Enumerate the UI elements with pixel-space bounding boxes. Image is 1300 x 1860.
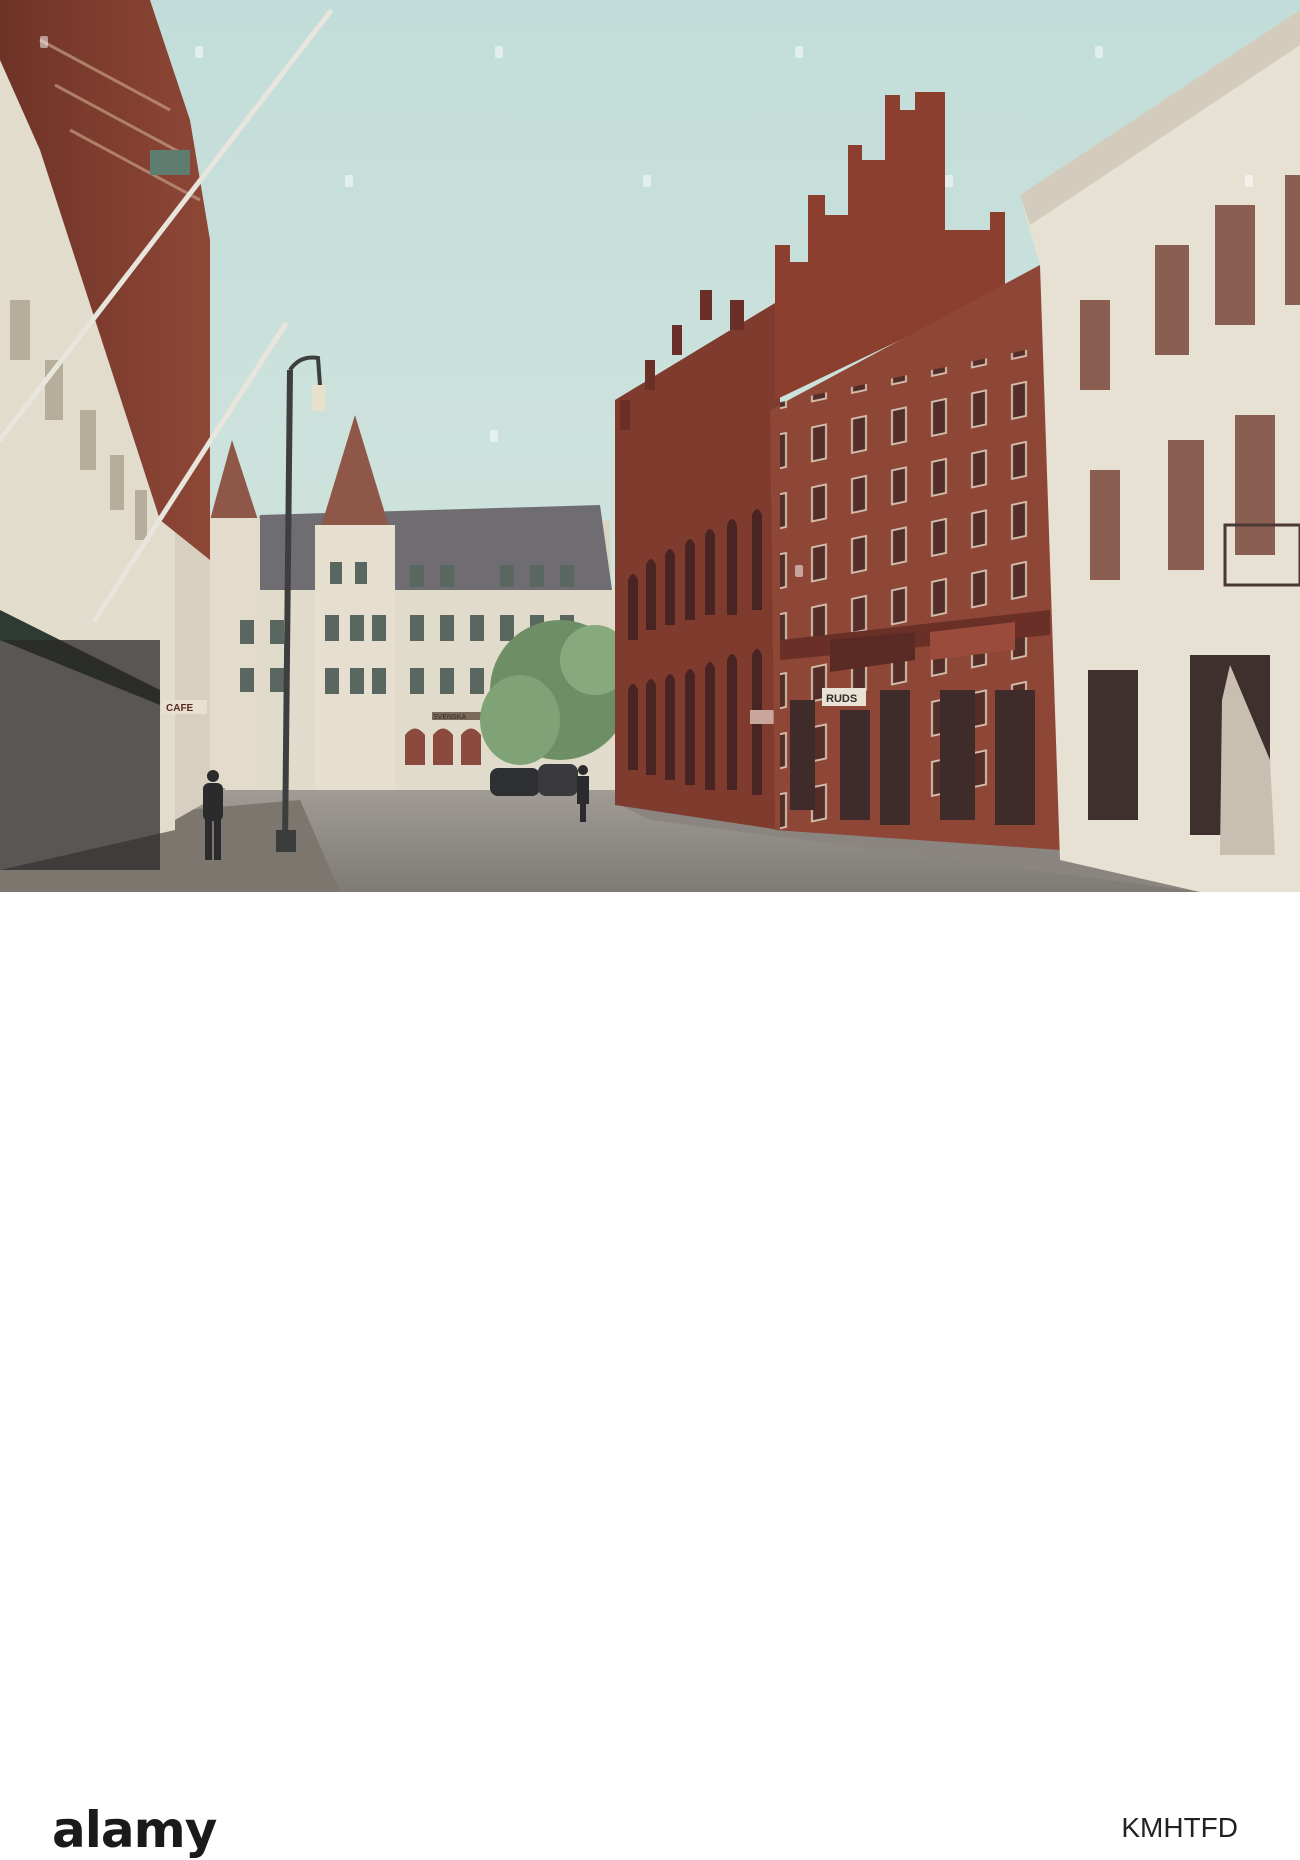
cafe-sign: CAFE: [166, 703, 194, 714]
parked-cars: [490, 764, 578, 796]
alamy-logo: alamy: [52, 1801, 217, 1859]
stock-banner: alamy KMHTFD: [0, 892, 1300, 1859]
lamp-base: [276, 830, 296, 852]
building-sign: SVENSKA: [433, 714, 466, 721]
ruds-sign: RUDS: [826, 693, 857, 705]
image-id-label: KMHTFD: [1121, 1812, 1238, 1843]
street-photo: CAFE RUDS SVENSKA: [0, 0, 1300, 892]
